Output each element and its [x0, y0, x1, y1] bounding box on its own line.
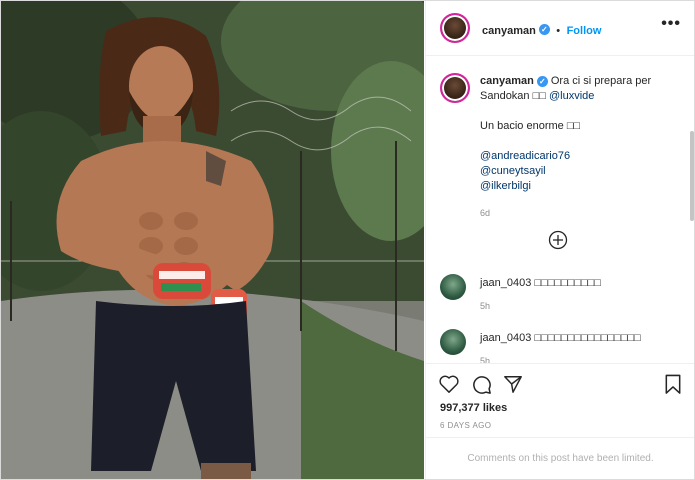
share-icon[interactable] [503, 374, 523, 399]
post-side-panel: canyaman ✓ • Follow ••• canyaman ✓ Ora ci … [425, 1, 694, 479]
caption-text-1: Ora ci si prepara per [550, 75, 652, 87]
caption-username[interactable]: canyaman [480, 75, 534, 87]
verified-badge-icon: ✓ [536, 75, 548, 87]
caption-text-2: Sandokan [480, 90, 530, 102]
mention-luxvide[interactable]: @luxvide [549, 90, 594, 102]
post-actions: 997,377 likes 6 DAYS AGO [426, 363, 694, 437]
author-avatar[interactable] [440, 13, 470, 43]
post-photo-illustration [1, 1, 424, 479]
comment-icon[interactable] [471, 374, 492, 400]
post-header: canyaman ✓ • Follow ••• [426, 1, 694, 56]
instagram-post: canyaman ✓ • Follow ••• canyaman ✓ Ora ci … [0, 0, 695, 480]
mention-3[interactable]: @ilkerbilgi [480, 179, 680, 194]
comment-text: □□□□□□□□□□□□□□□□ [534, 332, 641, 344]
header-separator: • [556, 25, 561, 37]
caption-line-2: Sandokan □□ @luxvide [480, 89, 680, 104]
author-username[interactable]: canyaman [482, 25, 536, 37]
comment-username[interactable]: jaan_0403 [480, 332, 531, 344]
post-photo[interactable] [1, 1, 424, 479]
comment-item: jaan_0403 □□□□□□□□□□□□□□□□ 5h [480, 331, 641, 363]
header-user: canyaman ✓ • Follow [482, 21, 601, 39]
comment-item: jaan_0403 □□□□□□□□□□ 5h [480, 276, 601, 314]
mention-2[interactable]: @cuneytsayil [480, 164, 680, 179]
comment-time[interactable]: 5h [480, 299, 601, 314]
comment-username[interactable]: jaan_0403 [480, 277, 531, 289]
caption-emoji-2: □□ [566, 120, 581, 132]
caption-text-3: Un bacio enorme [480, 120, 564, 132]
heart-icon[interactable] [438, 374, 460, 399]
bookmark-icon[interactable] [664, 374, 682, 400]
more-options-icon[interactable]: ••• [661, 15, 681, 33]
caption-time[interactable]: 6d [480, 206, 680, 221]
verified-badge-icon: ✓ [538, 24, 550, 36]
comment-time[interactable]: 5h [480, 354, 641, 363]
follow-button[interactable]: Follow [567, 25, 602, 37]
caption-emoji-1: □□ [532, 90, 546, 102]
commenter-avatar[interactable] [440, 274, 466, 300]
comments-area[interactable]: canyaman ✓ Ora ci si prepara per Sandokan… [426, 56, 694, 363]
post-date[interactable]: 6 DAYS AGO [440, 421, 491, 430]
comment-text: □□□□□□□□□□ [534, 277, 601, 289]
plus-circle-icon[interactable] [548, 230, 568, 255]
caption-avatar[interactable] [440, 73, 470, 103]
caption-line-1: canyaman ✓ Ora ci si prepara per [480, 74, 680, 89]
commenter-avatar[interactable] [440, 329, 466, 355]
comments-limited-notice: Comments on this post have been limited. [426, 437, 694, 479]
comments-scrollbar[interactable] [690, 131, 694, 221]
caption-line-3: Un bacio enorme □□ [480, 119, 680, 134]
likes-count[interactable]: 997,377 likes [440, 402, 507, 414]
mention-1[interactable]: @andreadicario76 [480, 149, 680, 164]
caption: canyaman ✓ Ora ci si prepara per Sandokan… [480, 74, 680, 221]
